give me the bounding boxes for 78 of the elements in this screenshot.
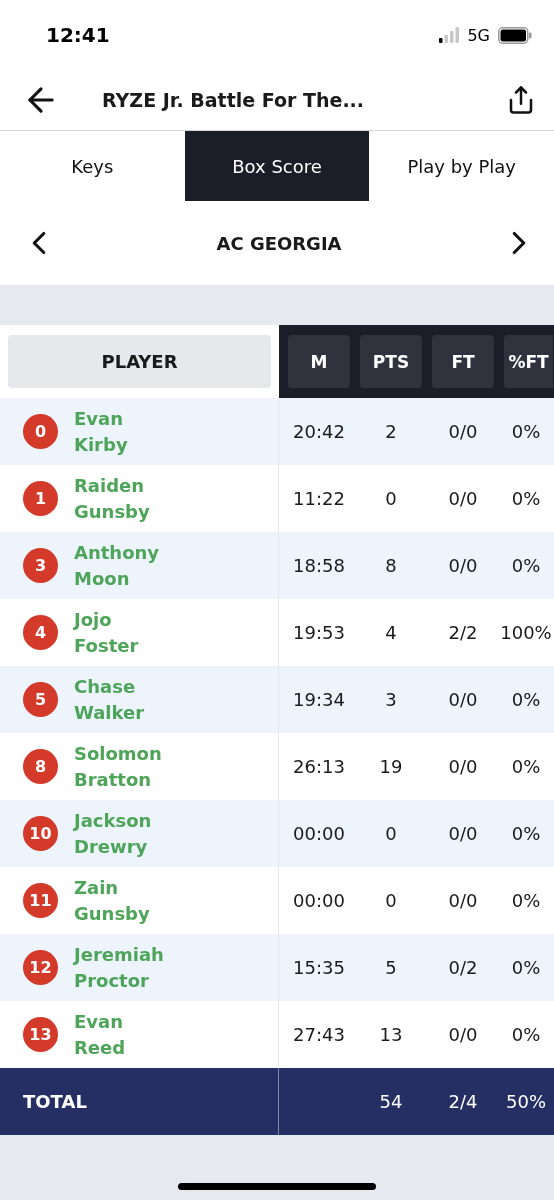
- network-label: 5G: [467, 25, 490, 45]
- stat-cell-text: 18:58: [292, 554, 346, 578]
- stat-cell-text: 0%: [510, 420, 542, 444]
- player-name[interactable]: Zain Gunsby: [74, 874, 150, 927]
- stat-cell-text: 0: [384, 487, 398, 511]
- jersey-number: 8: [23, 749, 58, 784]
- stat-cell-text: 20:42: [292, 420, 346, 444]
- jersey-number: 5: [23, 682, 58, 717]
- stat-cell-text: 13: [378, 1023, 404, 1047]
- player-name[interactable]: Solomon Bratton: [74, 740, 162, 793]
- jersey-number: 10: [23, 816, 58, 851]
- stat-cell-text: 19: [378, 755, 404, 779]
- column-header[interactable]: M: [288, 335, 350, 388]
- team-name: AC GEORGIA: [216, 232, 342, 254]
- stat-cell-text: 0%: [510, 688, 542, 712]
- total-cell-text: 50%: [505, 1090, 547, 1114]
- stat-cell-text: 0%: [510, 487, 542, 511]
- stat-cell-text: 4: [384, 621, 398, 645]
- tab[interactable]: Box Score: [184, 131, 370, 201]
- stat-cell-text: 15:35: [292, 956, 346, 980]
- column-header[interactable]: FT: [432, 335, 494, 388]
- page-title: RYZE Jr. Battle For The...: [102, 89, 366, 111]
- signal-icon: [439, 27, 460, 43]
- battery-icon: [498, 26, 532, 44]
- jersey-number: 12: [23, 950, 58, 985]
- tab[interactable]: Play by Play: [369, 131, 554, 201]
- stat-cell-text: 11:22: [292, 487, 346, 511]
- stat-cell-text: 00:00: [292, 822, 346, 846]
- jersey-number: 13: [23, 1017, 58, 1052]
- player-name[interactable]: Evan Reed: [74, 1008, 126, 1061]
- stat-cell-text: 8: [384, 554, 398, 578]
- stat-cell-text: 0%: [510, 554, 542, 578]
- player-name[interactable]: Chase Walker: [74, 673, 145, 726]
- total-cell-text: 2/4: [447, 1090, 479, 1114]
- stat-cell-text: 0%: [510, 956, 542, 980]
- jersey-number: 1: [23, 481, 58, 516]
- tab[interactable]: Keys: [0, 131, 185, 201]
- stat-cell-text: 0%: [510, 889, 542, 913]
- jersey-number: 0: [23, 414, 58, 449]
- player-name[interactable]: Anthony Moon: [74, 539, 160, 592]
- column-header[interactable]: PLAYER: [8, 335, 271, 388]
- stat-cell-text: 0/0: [447, 889, 479, 913]
- player-name[interactable]: Evan Kirby: [74, 405, 128, 458]
- stat-cell-text: 0/0: [447, 1023, 479, 1047]
- stat-cell-text: 2/2: [447, 621, 479, 645]
- stat-cell-text: 0/2: [447, 956, 479, 980]
- stat-cell-text: 0: [384, 889, 398, 913]
- column-header[interactable]: PTS: [360, 335, 422, 388]
- stat-cell-text: 0/0: [447, 822, 479, 846]
- stat-cell-text: 0/0: [447, 420, 479, 444]
- stat-cell-text: 0/0: [447, 554, 479, 578]
- stat-cell-text: 00:00: [292, 889, 346, 913]
- stat-cell-text: 0%: [510, 822, 542, 846]
- stat-cell-text: 5: [384, 956, 398, 980]
- player-name[interactable]: Raiden Gunsby: [74, 472, 150, 525]
- player-name[interactable]: Jackson Drewry: [74, 807, 152, 860]
- stat-cell-text: 3: [384, 688, 398, 712]
- jersey-number: 11: [23, 883, 58, 918]
- stat-cell-text: 26:13: [292, 755, 346, 779]
- stat-cell-text: 0%: [510, 1023, 542, 1047]
- player-name[interactable]: Jojo Foster: [74, 606, 139, 659]
- total-cell-text: 54: [378, 1090, 404, 1114]
- jersey-number: 4: [23, 615, 58, 650]
- jersey-number: 3: [23, 548, 58, 583]
- stat-cell-text: 0/0: [447, 688, 479, 712]
- stat-cell-text: 0: [384, 822, 398, 846]
- stat-cell-text: 27:43: [292, 1023, 346, 1047]
- column-header[interactable]: %FT: [504, 335, 553, 388]
- stat-cell-text: 19:34: [292, 688, 346, 712]
- stat-cell-text: 0/0: [447, 487, 479, 511]
- total-label: TOTAL: [0, 1068, 279, 1135]
- stat-cell-text: 0%: [510, 755, 542, 779]
- stat-cell-text: 100%: [499, 621, 553, 645]
- stat-cell-text: 2: [384, 420, 398, 444]
- player-name[interactable]: Jeremiah Proctor: [74, 941, 164, 994]
- stat-cell-text: 0/0: [447, 755, 479, 779]
- stat-cell-text: 19:53: [292, 621, 346, 645]
- status-time: 12:41: [46, 23, 110, 47]
